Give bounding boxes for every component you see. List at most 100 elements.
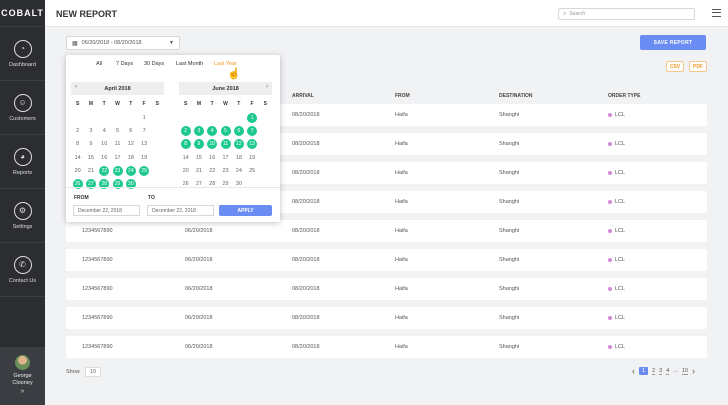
day-cell[interactable]: 6 — [124, 124, 137, 137]
day-cell[interactable]: 17 — [219, 151, 232, 164]
col-order-type[interactable]: ORDER TYPE — [608, 88, 641, 104]
day-cell[interactable]: 22 — [206, 164, 219, 177]
day-cell[interactable]: 7 — [245, 124, 258, 137]
day-cell[interactable]: 23 — [219, 164, 232, 177]
day-cell[interactable]: 16 — [98, 151, 111, 164]
table-row[interactable]: 1234567890 06/20/2018 08/20/2018 Haifa Shang… — [66, 307, 707, 329]
sidebar-item-reports[interactable]: ◕ Reports — [0, 135, 45, 189]
save-report-button[interactable]: SAVE REPORT — [640, 35, 706, 50]
prev-month-icon[interactable]: ‹ — [75, 84, 77, 90]
hamburger-menu-icon[interactable] — [712, 9, 721, 17]
day-cell[interactable]: 19 — [245, 151, 258, 164]
day-cell[interactable]: 1 — [245, 111, 258, 124]
apply-button[interactable]: APPLY — [219, 205, 272, 216]
sidebar-item-settings[interactable]: ⚙ Settings — [0, 189, 45, 243]
expand-chevron-icon[interactable]: » — [21, 388, 25, 395]
day-cell[interactable]: 12 — [232, 138, 245, 151]
date-range-picker[interactable]: ▦ 06/20/2018 - 08/20/2018 ▼ — [66, 36, 180, 50]
csv-button[interactable]: CSV — [666, 61, 684, 72]
day-cell[interactable]: 11 — [111, 138, 124, 151]
day-cell[interactable]: 4 — [206, 124, 219, 137]
day-cell[interactable]: 5 — [219, 124, 232, 137]
page-1[interactable]: 1 — [639, 367, 649, 375]
day-cell[interactable]: 19 — [137, 151, 150, 164]
table-row[interactable]: 1234567890 06/20/2018 08/20/2018 Haifa Shang… — [66, 249, 707, 271]
day-cell[interactable]: 12 — [124, 138, 137, 151]
col-from[interactable]: FROM — [395, 88, 410, 104]
col-destination[interactable]: DESTINATION — [499, 88, 533, 104]
day-cell[interactable]: 10 — [206, 138, 219, 151]
day-cell[interactable]: 24 — [232, 164, 245, 177]
day-cell[interactable]: 9 — [84, 138, 97, 151]
sidebar-item-customers[interactable]: ☺ Customers — [0, 81, 45, 135]
day-cell[interactable]: 18 — [124, 151, 137, 164]
day-cell[interactable]: 9 — [192, 138, 205, 151]
day-cell[interactable]: 30 — [232, 177, 245, 190]
day-cell[interactable]: 27 — [192, 177, 205, 190]
day-cell[interactable]: 27 — [84, 177, 97, 190]
day-cell[interactable]: 21 — [192, 164, 205, 177]
table-row[interactable]: 1234567890 06/20/2018 08/20/2018 Haifa Shang… — [66, 336, 707, 358]
day-cell[interactable]: 22 — [98, 164, 111, 177]
day-cell[interactable]: 10 — [98, 138, 111, 151]
day-cell[interactable]: 24 — [124, 164, 137, 177]
day-cell[interactable]: 26 — [71, 177, 84, 190]
day-cell[interactable]: 5 — [111, 124, 124, 137]
page-3[interactable]: 3 — [659, 368, 663, 375]
day-cell[interactable]: 8 — [179, 138, 192, 151]
day-cell[interactable]: 28 — [206, 177, 219, 190]
day-cell[interactable]: 30 — [124, 177, 137, 190]
day-cell[interactable]: 3 — [192, 124, 205, 137]
user-profile[interactable]: George Clooney » — [0, 347, 45, 405]
day-cell[interactable]: 20 — [179, 164, 192, 177]
table-row[interactable]: 1234567890 06/20/2018 08/20/2018 Haifa Shang… — [66, 220, 707, 242]
day-cell[interactable]: 7 — [137, 124, 150, 137]
day-cell[interactable]: 29 — [111, 177, 124, 190]
day-cell[interactable]: 18 — [232, 151, 245, 164]
preset-7-days[interactable]: 7 Days — [116, 61, 133, 67]
search-input[interactable]: ⌕ Search — [558, 8, 695, 20]
day-cell[interactable]: 4 — [98, 124, 111, 137]
day-cell[interactable]: 25 — [245, 164, 258, 177]
pdf-button[interactable]: PDF — [689, 61, 707, 72]
day-cell[interactable]: 26 — [179, 177, 192, 190]
preset-last-month[interactable]: Last Month — [176, 61, 203, 67]
sidebar-item-contact-us[interactable]: ✆ Contact Us — [0, 243, 45, 297]
from-date-field[interactable]: December 22, 2018 — [73, 205, 140, 216]
col-arrival[interactable]: ARRIVAL — [292, 88, 314, 104]
page-10[interactable]: 10 — [681, 368, 688, 375]
day-cell[interactable]: 13 — [137, 138, 150, 151]
day-cell[interactable]: 25 — [137, 164, 150, 177]
day-cell[interactable]: 14 — [71, 151, 84, 164]
day-cell[interactable]: 3 — [84, 124, 97, 137]
day-cell[interactable]: 2 — [71, 124, 84, 137]
prev-page-icon[interactable]: ‹ — [632, 366, 635, 376]
weekday-label: M — [196, 101, 201, 107]
day-cell[interactable]: 28 — [98, 177, 111, 190]
next-month-icon[interactable]: › — [266, 84, 268, 90]
day-cell[interactable]: 29 — [219, 177, 232, 190]
day-cell[interactable]: 21 — [84, 164, 97, 177]
day-cell[interactable]: 6 — [232, 124, 245, 137]
preset-30-days[interactable]: 30 Days — [144, 61, 164, 67]
day-cell[interactable]: 1 — [137, 111, 150, 124]
sidebar-item-dashboard[interactable]: ◔ Dashboard — [0, 27, 45, 81]
day-cell[interactable]: 8 — [71, 138, 84, 151]
to-date-field[interactable]: December 22, 2018 — [147, 205, 214, 216]
preset-all[interactable]: All — [96, 61, 102, 67]
day-cell[interactable]: 11 — [219, 138, 232, 151]
page-2[interactable]: 2 — [652, 368, 656, 375]
day-cell[interactable]: 13 — [245, 138, 258, 151]
day-cell[interactable]: 17 — [111, 151, 124, 164]
page-4[interactable]: 4 — [666, 368, 670, 375]
page-size-select[interactable]: 10 — [85, 367, 101, 377]
day-cell[interactable]: 2 — [179, 124, 192, 137]
day-cell[interactable]: 20 — [71, 164, 84, 177]
day-cell[interactable]: 15 — [84, 151, 97, 164]
day-cell[interactable]: 16 — [206, 151, 219, 164]
day-cell[interactable]: 14 — [179, 151, 192, 164]
day-cell[interactable]: 23 — [111, 164, 124, 177]
day-cell[interactable]: 15 — [192, 151, 205, 164]
table-row[interactable]: 1234567890 06/20/2018 08/20/2018 Haifa Shang… — [66, 278, 707, 300]
next-page-icon[interactable]: › — [692, 366, 695, 376]
